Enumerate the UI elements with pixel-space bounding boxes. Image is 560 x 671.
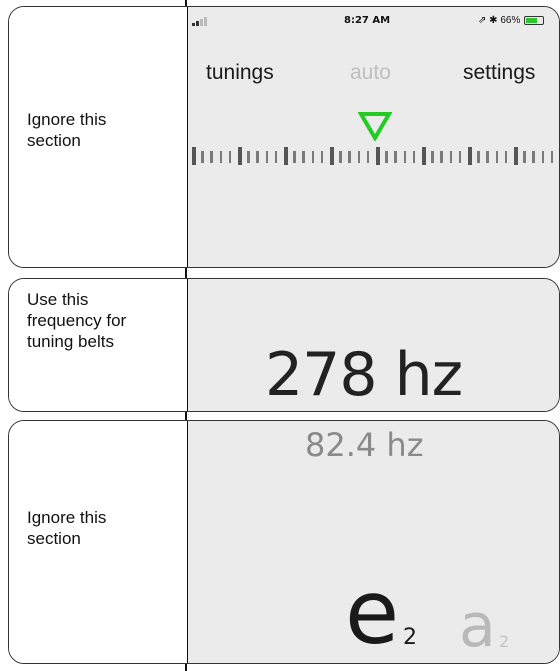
- scale-tick: [550, 151, 554, 163]
- scale-tick: [348, 151, 351, 163]
- scale-tick: [376, 147, 380, 165]
- scale-tick: [265, 151, 269, 163]
- scale-tick: [495, 151, 499, 163]
- scale-tick: [293, 151, 296, 163]
- auto-button[interactable]: auto: [350, 61, 391, 85]
- scale-tick: [311, 151, 315, 163]
- scale-tick: [366, 151, 370, 163]
- triangle-down-icon: [358, 112, 392, 141]
- status-bar: 8:27 AM ⇗ ✱ 66%: [188, 15, 559, 27]
- scale-tick: [238, 147, 242, 165]
- scale-tick: [403, 151, 407, 163]
- scale-tick: [458, 151, 462, 163]
- scale-tick: [320, 151, 324, 163]
- tuning-scale: [188, 147, 559, 171]
- scale-tick: [284, 147, 288, 165]
- scale-tick: [468, 147, 472, 165]
- signal-icon: [192, 17, 210, 26]
- scale-tick: [504, 151, 508, 163]
- scale-tick: [385, 151, 388, 163]
- tunings-button[interactable]: tunings: [206, 61, 274, 85]
- scale-tick: [514, 147, 518, 165]
- scale-tick: [302, 151, 305, 163]
- scale-tick: [256, 151, 259, 163]
- tuner-screen-middle: [188, 279, 559, 411]
- scale-tick: [228, 151, 232, 163]
- battery-icon: [524, 16, 544, 25]
- annotation-column-top: Ignore this section: [9, 7, 189, 267]
- status-indicators: ⇗ ✱ 66%: [478, 15, 521, 26]
- annotation-middle: Use this frequency for tuning belts: [27, 290, 127, 351]
- scale-tick: [210, 151, 213, 163]
- scale-tick: [394, 151, 397, 163]
- scale-tick: [192, 147, 196, 165]
- scale-tick: [449, 151, 453, 163]
- panel-top: Ignore this section 8:27 AM ⇗ ✱ 66% tuni…: [8, 6, 560, 268]
- scale-tick: [274, 151, 278, 163]
- scale-tick: [247, 151, 250, 163]
- settings-button[interactable]: settings: [463, 61, 535, 85]
- scale-tick: [477, 151, 480, 163]
- scale-tick: [219, 151, 223, 163]
- tuner-screen-bottom: [188, 421, 559, 663]
- annotation-column-bottom: Ignore this section: [9, 421, 189, 663]
- scale-tick: [357, 151, 361, 163]
- scale-tick: [330, 147, 334, 165]
- scale-tick: [532, 151, 535, 163]
- scale-tick: [541, 151, 545, 163]
- annotation-bottom: Ignore this section: [27, 508, 107, 548]
- panel-bottom: Ignore this section: [8, 420, 560, 664]
- scale-tick: [422, 147, 426, 165]
- scale-tick: [339, 151, 342, 163]
- scale-tick: [440, 151, 443, 163]
- scale-tick: [201, 151, 204, 163]
- battery-fill: [526, 18, 537, 23]
- scale-tick: [431, 151, 434, 163]
- scale-tick: [486, 151, 489, 163]
- annotation-column-middle: Use this frequency for tuning belts: [9, 279, 189, 411]
- scale-tick: [523, 151, 526, 163]
- panel-middle: Use this frequency for tuning belts: [8, 278, 560, 412]
- status-time: 8:27 AM: [344, 15, 391, 26]
- tuner-screen-top: 8:27 AM ⇗ ✱ 66% tunings auto settings: [188, 7, 559, 267]
- scale-tick: [412, 151, 416, 163]
- annotation-top: Ignore this section: [27, 110, 107, 150]
